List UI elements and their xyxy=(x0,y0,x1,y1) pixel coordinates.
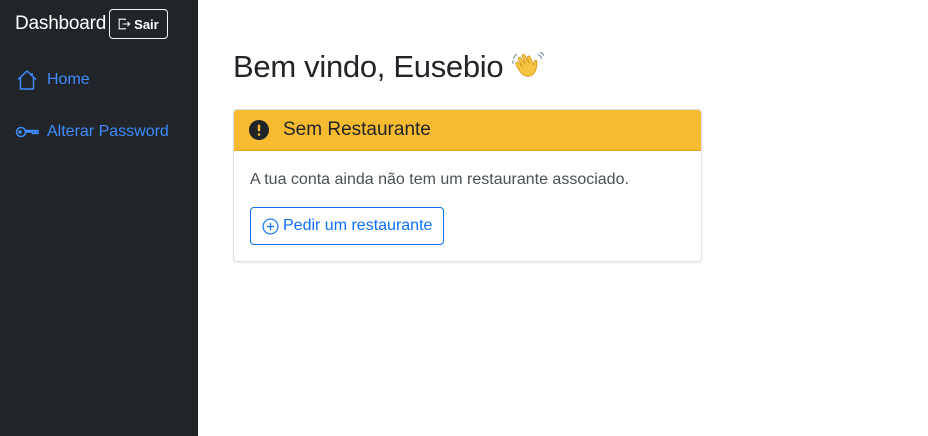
card-message: A tua conta ainda não tem um restaurante… xyxy=(250,171,629,188)
card-header: Sem Restaurante xyxy=(234,110,701,151)
no-restaurant-card: Sem Restaurante A tua conta ainda não te… xyxy=(233,109,702,262)
request-restaurant-label: Pedir um restaurante xyxy=(283,217,433,234)
app: Dashboard Sair Home Alterar Password Bem… xyxy=(0,0,928,436)
key-icon xyxy=(15,126,39,138)
card-title: Sem Restaurante xyxy=(283,119,431,140)
sidebar-item-label: Alterar Password xyxy=(47,123,169,140)
logout-button[interactable]: Sair xyxy=(109,9,168,39)
greeting-text: Bem vindo, Eusebio xyxy=(233,49,504,84)
sidebar-nav: Home Alterar Password xyxy=(0,64,198,148)
box-arrow-right-icon xyxy=(118,18,131,30)
sidebar-item-home[interactable]: Home xyxy=(0,64,198,96)
main-content: Bem vindo, Eusebio Sem Restaurante A tua… xyxy=(198,0,928,436)
brand-title: Dashboard xyxy=(15,13,107,34)
sidebar-header: Dashboard Sair xyxy=(0,0,198,42)
request-restaurant-button[interactable]: Pedir um restaurante xyxy=(250,207,445,245)
sidebar-item-label: Home xyxy=(47,71,90,88)
page-title: Bem vindo, Eusebio xyxy=(233,44,928,90)
sidebar-item-alterar-password[interactable]: Alterar Password xyxy=(0,116,198,148)
plus-circle-icon xyxy=(262,217,279,235)
card-body: A tua conta ainda não tem um restaurante… xyxy=(234,151,701,261)
house-icon xyxy=(17,70,37,90)
exclamation-circle-icon xyxy=(249,120,269,140)
waving-hand-icon xyxy=(512,51,545,77)
sidebar: Dashboard Sair Home Alterar Password xyxy=(0,0,198,436)
logout-label: Sair xyxy=(134,16,159,32)
